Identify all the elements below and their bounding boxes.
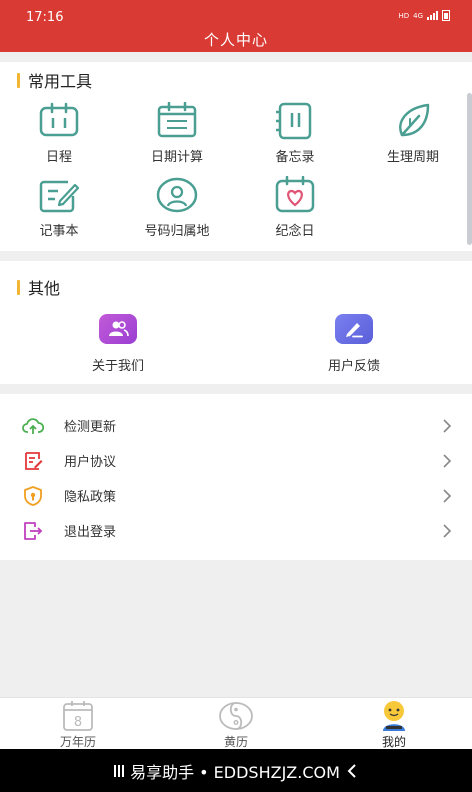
tab-label: 万年历 bbox=[59, 735, 96, 749]
row-label: 用户协议 bbox=[64, 455, 117, 470]
watermark-text: 易享助手 • EDDSHZJZ.COM bbox=[130, 762, 340, 782]
agreement-icon bbox=[25, 451, 43, 470]
phone-location-icon bbox=[156, 177, 198, 213]
feedback-item[interactable]: 用户反馈 bbox=[294, 314, 414, 374]
chevron-right-icon bbox=[443, 488, 452, 503]
section-bar bbox=[17, 72, 20, 88]
tool-label: 备忘录 bbox=[275, 150, 315, 165]
chevron-right-icon bbox=[443, 418, 452, 433]
row-label: 退出登录 bbox=[64, 525, 117, 540]
notepad-icon bbox=[39, 180, 80, 213]
shield-icon bbox=[24, 485, 42, 506]
privacy-policy-row[interactable]: 隐私政策 bbox=[0, 478, 472, 513]
tool-notepad[interactable]: 记事本 bbox=[9, 176, 109, 239]
tool-label: 日期计算 bbox=[150, 150, 203, 165]
chevron-right-icon bbox=[443, 523, 452, 538]
tool-label: 日程 bbox=[45, 150, 72, 165]
tool-label: 记事本 bbox=[39, 224, 79, 239]
tool-anniversary[interactable]: 纪念日 bbox=[245, 176, 345, 239]
menu-icon bbox=[114, 764, 125, 777]
tool-phone-location[interactable]: 号码归属地 bbox=[127, 176, 227, 239]
signal-label: 4G bbox=[413, 11, 423, 20]
tool-label: 生理周期 bbox=[386, 150, 439, 165]
bottom-watermark-bar: 易享助手 • EDDSHZJZ.COM bbox=[0, 749, 472, 792]
battery-icon bbox=[442, 10, 450, 21]
bottom-tab-bar: 8 万年历 黄历 我的 bbox=[0, 697, 472, 749]
about-us-item[interactable]: 关于我们 bbox=[58, 314, 178, 374]
tab-label: 黄历 bbox=[223, 735, 248, 749]
schedule-icon bbox=[39, 102, 79, 137]
tools-card: 常用工具 日程 日期计算 备忘录 生理周期 记事本 号码归属地 纪念日 bbox=[0, 62, 472, 251]
yin-yang-icon bbox=[219, 702, 253, 730]
tool-label: 纪念日 bbox=[275, 224, 315, 239]
tab-almanac[interactable]: 黄历 bbox=[176, 698, 296, 750]
tools-title-text: 常用工具 bbox=[28, 72, 93, 91]
tool-label: 号码归属地 bbox=[144, 224, 210, 239]
app-header: 17:16 HD 4G 个人中心 bbox=[0, 0, 472, 52]
check-update-row[interactable]: 检测更新 bbox=[0, 408, 472, 443]
settings-card: 检测更新 用户协议 隐私政策 退出登录 bbox=[0, 394, 472, 560]
about-us-label: 关于我们 bbox=[91, 359, 144, 374]
tab-calendar[interactable]: 8 万年历 bbox=[18, 698, 138, 750]
tools-section-title: 常用工具 bbox=[17, 68, 92, 92]
tab-label: 我的 bbox=[381, 735, 406, 749]
status-icons: HD 4G bbox=[398, 10, 450, 21]
tool-date-calc[interactable]: 日期计算 bbox=[127, 102, 227, 165]
logout-row[interactable]: 退出登录 bbox=[0, 513, 472, 548]
scrollbar-thumb[interactable] bbox=[467, 93, 472, 245]
tool-memo[interactable]: 备忘录 bbox=[245, 102, 345, 165]
calendar-8-icon: 8 bbox=[63, 701, 93, 731]
row-label: 隐私政策 bbox=[64, 490, 117, 505]
tool-cycle[interactable]: 生理周期 bbox=[363, 102, 463, 165]
section-bar bbox=[17, 279, 20, 295]
tab-mine[interactable]: 我的 bbox=[334, 698, 454, 750]
network-label: HD bbox=[398, 11, 410, 20]
feedback-label: 用户反馈 bbox=[327, 359, 380, 374]
leaf-icon bbox=[399, 103, 430, 137]
other-title-text: 其他 bbox=[28, 279, 61, 298]
other-card: 其他 关于我们 用户反馈 bbox=[0, 261, 472, 384]
page-title: 个人中心 bbox=[203, 31, 268, 49]
chevron-right-icon bbox=[443, 453, 452, 468]
heart-calendar-icon bbox=[275, 176, 315, 213]
back-chevron-icon[interactable] bbox=[346, 763, 358, 778]
users-icon bbox=[99, 314, 137, 344]
row-label: 检测更新 bbox=[64, 420, 117, 435]
calendar-calc-icon bbox=[157, 102, 197, 138]
user-agreement-row[interactable]: 用户协议 bbox=[0, 443, 472, 478]
logout-icon bbox=[24, 521, 43, 540]
memo-icon bbox=[276, 102, 312, 140]
tool-schedule[interactable]: 日程 bbox=[9, 102, 109, 165]
avatar-icon bbox=[383, 701, 405, 731]
status-time: 17:16 bbox=[26, 10, 64, 25]
cloud-upload-icon bbox=[22, 417, 44, 434]
edit-icon bbox=[335, 314, 373, 344]
calendar-date-number: 8 bbox=[74, 715, 82, 730]
other-section-title: 其他 bbox=[17, 275, 60, 299]
signal-icon bbox=[427, 11, 438, 20]
